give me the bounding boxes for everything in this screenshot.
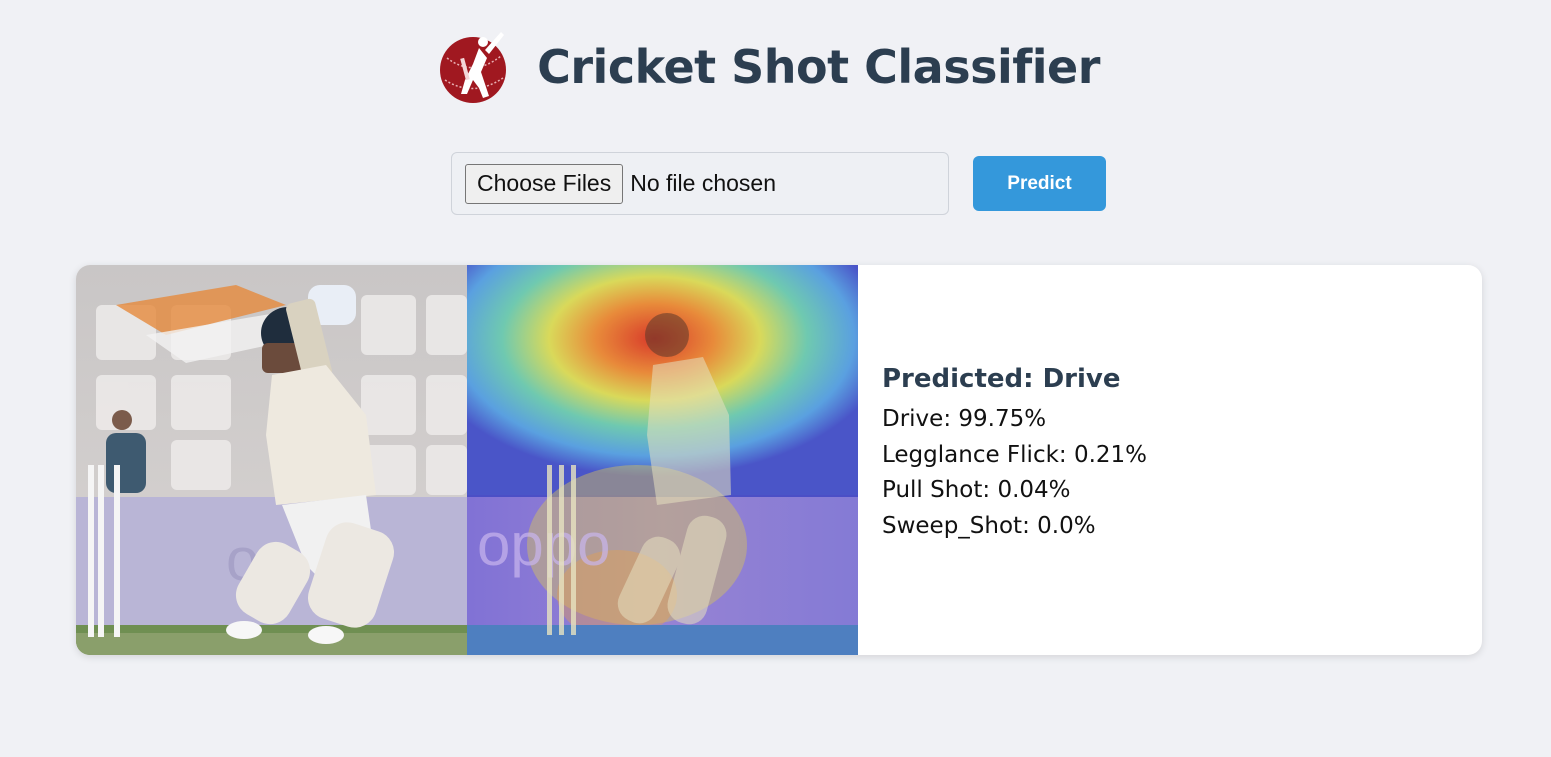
- predict-button[interactable]: Predict: [973, 156, 1106, 211]
- choose-files-button[interactable]: Choose Files: [465, 163, 624, 204]
- probability-item: Legglance Flick: 0.21%: [882, 441, 1148, 468]
- heatmap-image: oppo: [467, 265, 858, 655]
- page-title: Cricket Shot Classifier: [537, 40, 1100, 94]
- predicted-label: Predicted: Drive: [882, 364, 1121, 394]
- file-status-text: No file chosen: [630, 170, 776, 196]
- prediction-results: Predicted: Drive Drive: 99.75% Legglance…: [858, 265, 1147, 649]
- probability-item: Drive: 99.75%: [882, 406, 1047, 432]
- upload-form: Choose Files No file chosen Predict: [451, 152, 1106, 215]
- result-card: o oppo Predicted: Drive Drive: 99.75% Le…: [76, 265, 1482, 655]
- file-input[interactable]: Choose Files No file chosen: [451, 152, 949, 215]
- cricket-batsman-logo-icon: [439, 28, 511, 106]
- input-image: o: [76, 265, 467, 655]
- probability-item: Sweep_Shot: 0.0%: [882, 512, 1096, 539]
- probability-item: Pull Shot: 0.04%: [882, 477, 1071, 503]
- header: Cricket Shot Classifier: [0, 26, 1551, 108]
- svg-text:oppo: oppo: [477, 511, 610, 578]
